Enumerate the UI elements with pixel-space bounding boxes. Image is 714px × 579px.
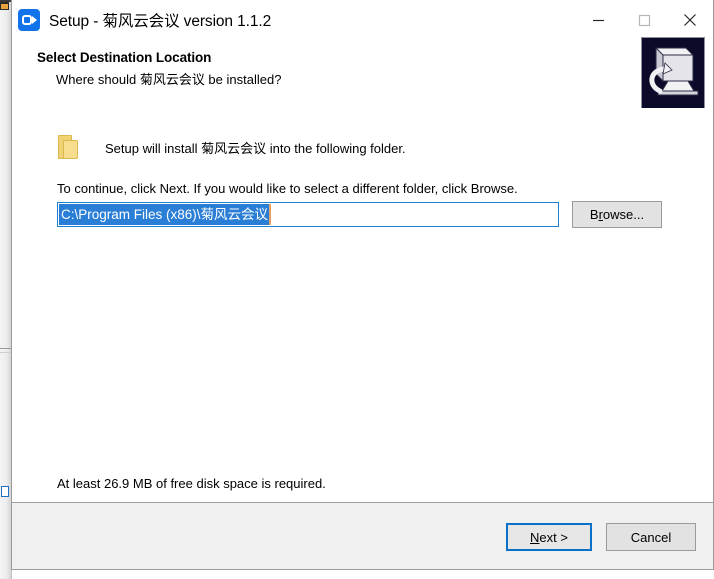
wizard-footer: Next > Cancel (12, 502, 713, 569)
page-header: Select Destination Location Where should… (12, 37, 713, 109)
minimize-icon[interactable] (575, 0, 621, 40)
cancel-button[interactable]: Cancel (606, 523, 696, 551)
page-title: Select Destination Location (37, 50, 212, 65)
folder-icon (57, 134, 79, 160)
browse-button-label-prefix: B (589, 207, 599, 222)
video-camera-icon (18, 9, 40, 31)
next-button[interactable]: Next > (506, 523, 592, 551)
title-bar[interactable]: Setup - 菊风云会议 version 1.1.2 (12, 0, 713, 40)
install-destination-text: Setup will install 菊风云会议 into the follow… (105, 140, 406, 156)
video-camera-lens (32, 16, 37, 24)
close-icon[interactable] (667, 0, 713, 40)
window-title: Setup - 菊风云会议 version 1.1.2 (49, 13, 272, 30)
disk-space-requirement-text: At least 26.9 MB of free disk space is r… (57, 476, 326, 491)
background-window-accent (1, 4, 8, 9)
continue-instruction-text: To continue, click Next. If you would li… (57, 181, 518, 196)
destination-path-value: C:\Program Files (x86)\菊风云会议 (59, 204, 270, 225)
video-camera-body (22, 15, 32, 25)
background-window-icon (1, 486, 9, 497)
next-button-label-suffix: ext > (539, 529, 568, 545)
install-folder-row: Setup will install 菊风云会议 into the follow… (57, 134, 406, 160)
folder-icon-front (63, 140, 78, 159)
text-caret (269, 204, 272, 225)
browse-button-label-suffix: owse... (602, 207, 645, 222)
window-controls (575, 0, 713, 40)
browse-button[interactable]: Br owse... (572, 201, 662, 228)
destination-path-input[interactable]: C:\Program Files (x86)\菊风云会议 (57, 202, 559, 227)
maximize-icon[interactable] (621, 0, 667, 40)
setup-computer-logo (641, 37, 705, 109)
setup-wizard-window: Setup - 菊风云会议 version 1.1.2 Select Desti… (11, 0, 714, 570)
page-subtitle: Where should 菊风云会议 be installed? (56, 72, 282, 87)
wizard-page-body: Setup will install 菊风云会议 into the follow… (12, 108, 713, 502)
next-button-accelerator: N (530, 529, 540, 545)
